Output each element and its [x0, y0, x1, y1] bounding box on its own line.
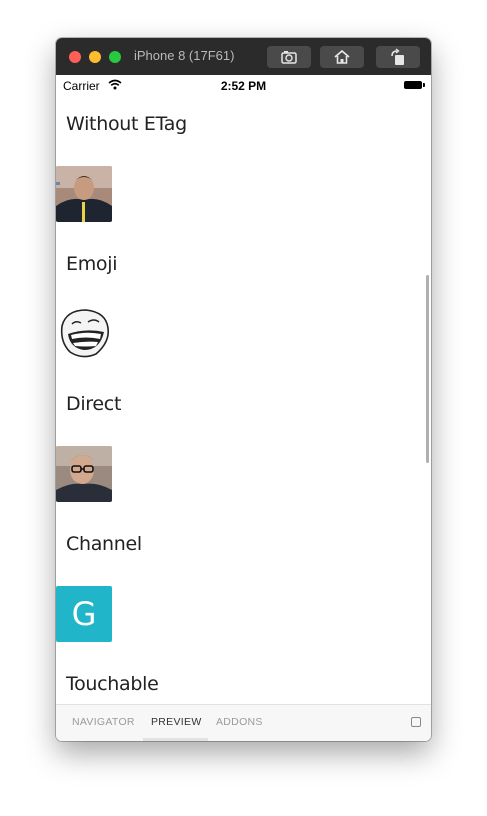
rotate-button[interactable]: [376, 46, 420, 68]
storybook-tabbar: NAVIGATOR PREVIEW ADDONS: [56, 704, 431, 741]
tab-preview[interactable]: PREVIEW: [151, 716, 202, 728]
rotate-icon: [391, 48, 404, 65]
tab-addons[interactable]: ADDONS: [216, 716, 263, 728]
maximize-window-button[interactable]: [109, 51, 121, 63]
battery-icon: [404, 81, 425, 89]
screenshot-button[interactable]: [267, 46, 311, 68]
status-time: 2:52 PM: [220, 79, 267, 93]
ios-status-bar: Carrier 2:52 PM: [56, 75, 431, 95]
emoji-image: [56, 306, 112, 362]
section-label-emoji: Emoji: [66, 253, 118, 275]
close-window-button[interactable]: [69, 51, 81, 63]
home-button[interactable]: [320, 46, 364, 68]
section-label-without-etag: Without ETag: [66, 113, 187, 135]
channel-avatar: G: [56, 586, 112, 642]
avatar-image-direct: [56, 446, 112, 502]
home-icon: [334, 49, 350, 64]
section-label-touchable: Touchable: [66, 673, 159, 695]
channel-avatar-letter: G: [72, 595, 97, 633]
scrollbar[interactable]: [426, 275, 429, 463]
preview-content[interactable]: Without ETag Emoji Direct Channel G Touc…: [56, 95, 431, 704]
avatar-image-without-etag: [56, 166, 112, 222]
active-tab-indicator: [143, 738, 208, 741]
minimize-window-button[interactable]: [89, 51, 101, 63]
square-icon[interactable]: [411, 717, 421, 727]
simulator-titlebar: iPhone 8 (17F61): [56, 38, 431, 76]
simulator-window: iPhone 8 (17F61) Carrier 2:52 PM Without…: [56, 38, 431, 741]
section-label-channel: Channel: [66, 533, 142, 555]
section-label-direct: Direct: [66, 393, 122, 415]
window-title: iPhone 8 (17F61): [134, 48, 235, 63]
tab-navigator[interactable]: NAVIGATOR: [72, 716, 135, 728]
camera-icon: [281, 51, 297, 64]
